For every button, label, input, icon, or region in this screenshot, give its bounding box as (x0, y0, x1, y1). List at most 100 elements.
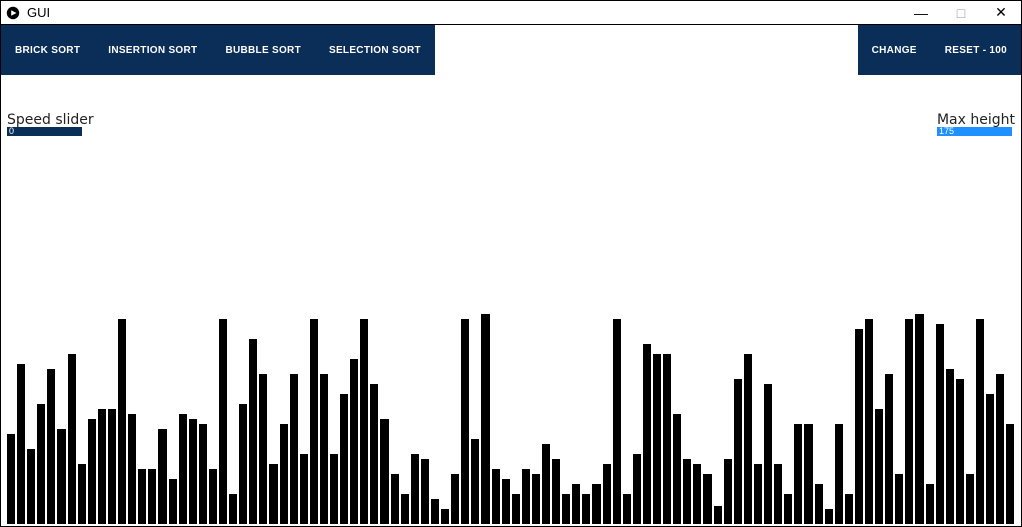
bar (794, 424, 802, 524)
bar (764, 384, 772, 524)
bar (683, 459, 691, 524)
max-height-slider-track[interactable]: 175 (937, 127, 1012, 136)
minimize-button[interactable]: — (901, 1, 941, 24)
bar (986, 394, 994, 524)
bar (461, 319, 469, 524)
bar (815, 484, 823, 524)
max-height-slider[interactable]: Max height 175 (937, 113, 1015, 136)
bar (169, 479, 177, 524)
reset-button[interactable]: RESET - 100 (931, 25, 1021, 75)
bar (219, 319, 227, 524)
bar (885, 374, 893, 524)
app-body: BRICK SORT INSERTION SORT BUBBLE SORT SE… (0, 24, 1022, 527)
speed-slider-value: 0 (9, 126, 14, 136)
bar (774, 464, 782, 524)
bar (562, 494, 570, 524)
bar (966, 474, 974, 524)
bar (88, 419, 96, 524)
bars-chart (7, 314, 1015, 524)
bar (37, 404, 45, 524)
maximize-icon: □ (957, 5, 965, 21)
bar (350, 359, 358, 524)
bar (148, 469, 156, 524)
window-title: GUI (27, 5, 901, 20)
bar (128, 414, 136, 524)
bar (714, 506, 722, 524)
bar (441, 509, 449, 524)
bar (98, 409, 106, 524)
bar (7, 434, 15, 524)
selection-sort-button[interactable]: SELECTION SORT (315, 25, 435, 75)
bar (290, 374, 298, 524)
bar (340, 394, 348, 524)
close-button[interactable]: ✕ (981, 1, 1021, 24)
bar (481, 314, 489, 524)
bar (300, 454, 308, 524)
bar (239, 404, 247, 524)
bar (27, 449, 35, 524)
bar (875, 409, 883, 524)
bar (592, 484, 600, 524)
bar (118, 319, 126, 524)
brick-sort-button[interactable]: BRICK SORT (1, 25, 94, 75)
bar (754, 464, 762, 524)
bar (623, 494, 631, 524)
bar (310, 319, 318, 524)
bar (532, 474, 540, 524)
bar (825, 509, 833, 524)
bar (209, 469, 217, 524)
max-height-slider-label: Max height (937, 113, 1015, 127)
bar (835, 424, 843, 524)
app-icon (5, 5, 21, 21)
bar (633, 454, 641, 524)
bar (471, 439, 479, 524)
bar (320, 374, 328, 524)
bar (703, 474, 711, 524)
toolbar: BRICK SORT INSERTION SORT BUBBLE SORT SE… (1, 25, 1021, 75)
bar (380, 419, 388, 524)
maximize-button[interactable]: □ (941, 1, 981, 24)
speed-slider-track[interactable]: 0 (7, 127, 82, 136)
bar (582, 494, 590, 524)
bar (411, 454, 419, 524)
bubble-sort-button[interactable]: BUBBLE SORT (211, 25, 315, 75)
bar (673, 414, 681, 524)
speed-slider-label: Speed slider (7, 113, 94, 127)
action-buttons-group: CHANGE RESET - 100 (858, 25, 1021, 75)
bar (936, 324, 944, 524)
bar (512, 494, 520, 524)
bar (138, 469, 146, 524)
bar (653, 354, 661, 524)
bar (179, 414, 187, 524)
bar (996, 374, 1004, 524)
bar (734, 379, 742, 524)
bar (431, 499, 439, 524)
window-controls: — □ ✕ (901, 1, 1021, 24)
bar (784, 494, 792, 524)
bar (249, 339, 257, 524)
bar (693, 464, 701, 524)
bar (502, 479, 510, 524)
bar (976, 319, 984, 524)
bar (330, 454, 338, 524)
bar (280, 424, 288, 524)
bar (269, 464, 277, 524)
bar (724, 459, 732, 524)
change-button[interactable]: CHANGE (858, 25, 931, 75)
bar (370, 384, 378, 524)
bar (552, 459, 560, 524)
bar (643, 344, 651, 524)
speed-slider[interactable]: Speed slider 0 (7, 113, 94, 136)
bar (915, 314, 923, 524)
bar (57, 429, 65, 524)
bar (946, 369, 954, 524)
bar (956, 379, 964, 524)
bar (360, 319, 368, 524)
bar (603, 464, 611, 524)
titlebar: GUI — □ ✕ (0, 0, 1022, 24)
bar (663, 354, 671, 524)
bar (855, 329, 863, 524)
bar (108, 409, 116, 524)
bar (421, 459, 429, 524)
insertion-sort-button[interactable]: INSERTION SORT (94, 25, 211, 75)
